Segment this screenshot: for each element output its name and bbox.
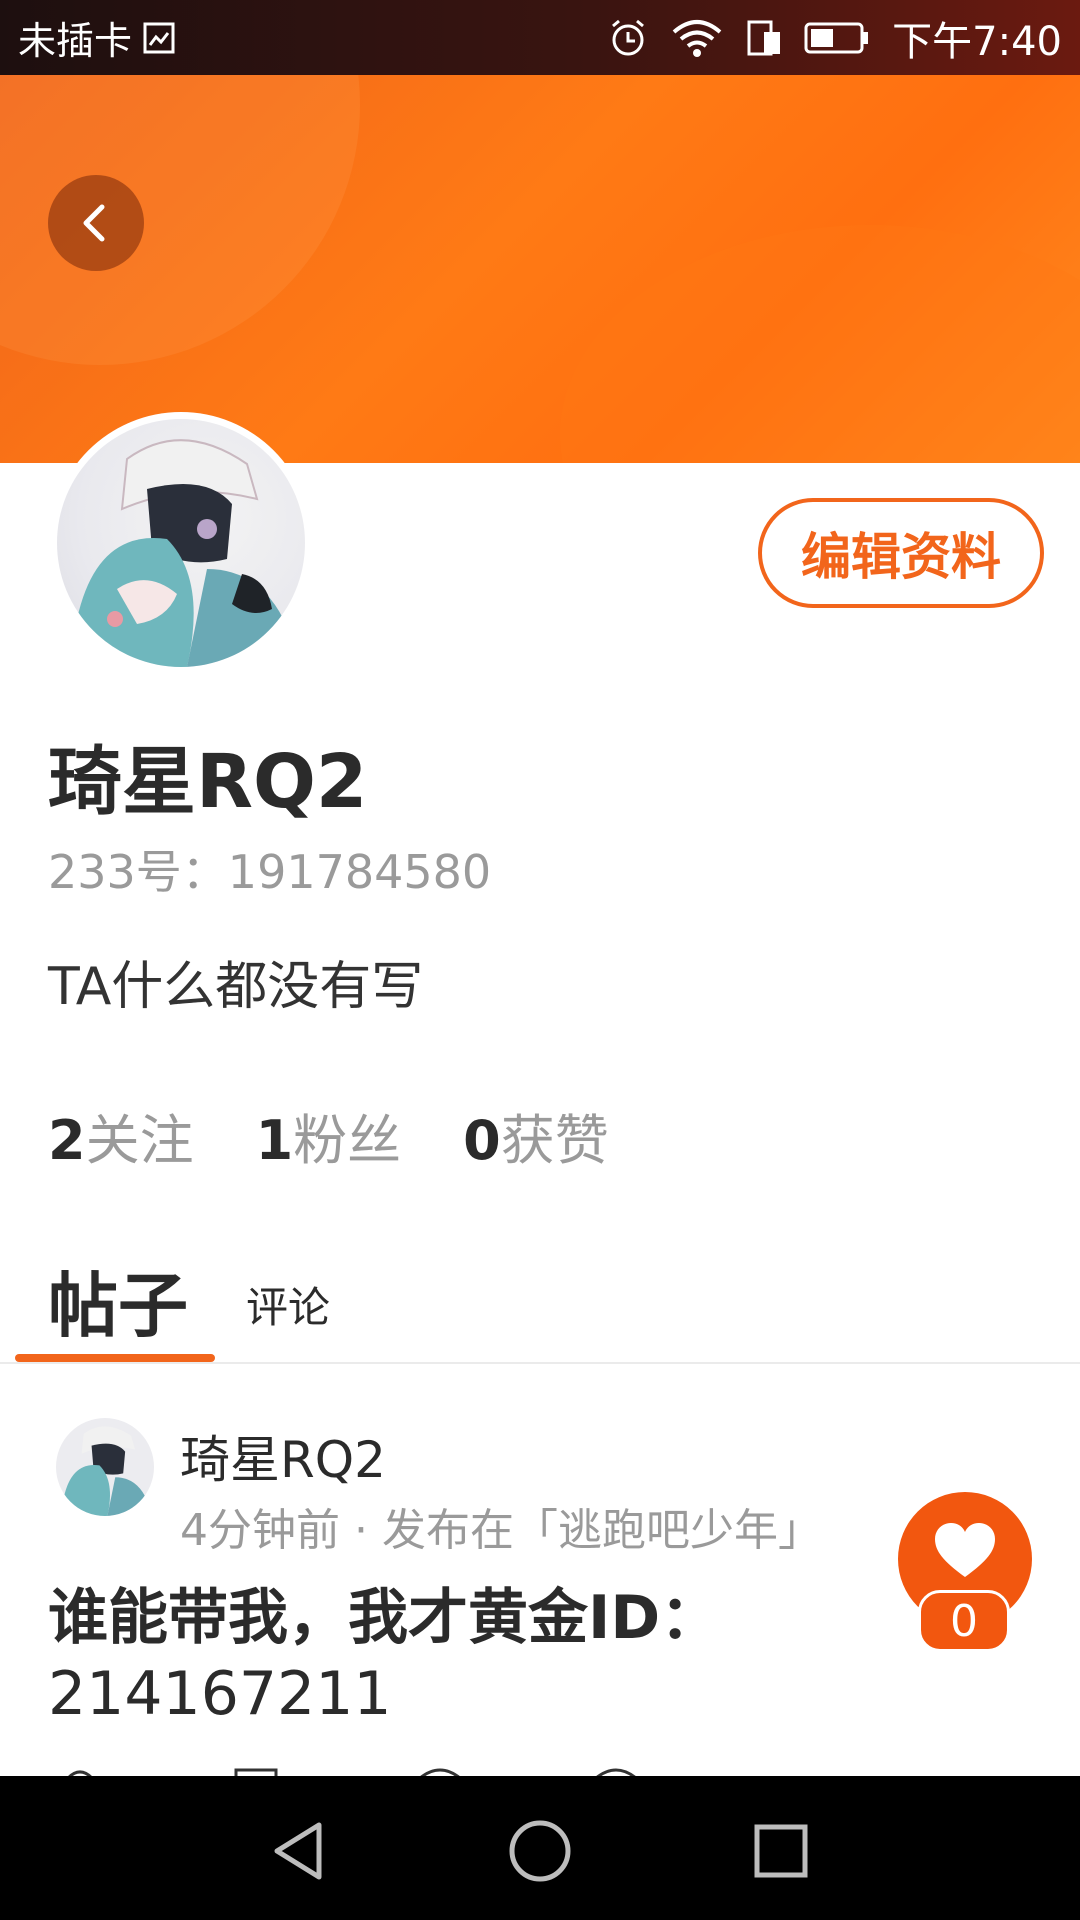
data-icon <box>746 18 782 58</box>
followers-count: 1 <box>255 1109 294 1172</box>
active-tab-indicator <box>15 1354 215 1362</box>
post-content-line: 谁能带我，我才黄金ID： <box>48 1583 721 1653</box>
avatar-frame <box>50 412 312 674</box>
following-count: 2 <box>48 1109 86 1172</box>
heart-icon <box>935 1523 995 1577</box>
post-meta: 4分钟前 · 发布在「逃跑吧少年」 <box>180 1505 822 1556</box>
profile-stats: 2 关注 1 粉丝 0 获赞 <box>48 1096 609 1175</box>
back-button[interactable] <box>48 175 144 271</box>
wifi-icon <box>670 18 724 58</box>
clock-text: 下午7:40 <box>892 18 1062 65</box>
following-label: 关注 <box>85 1109 194 1172</box>
tab-comments[interactable]: 评论 <box>246 1274 330 1335</box>
sim-icon <box>142 21 176 55</box>
followers-label: 粉丝 <box>293 1109 402 1172</box>
edit-profile-button[interactable]: 编辑资料 <box>758 498 1044 608</box>
content-tabs: 帖子 评论 <box>0 1250 1080 1364</box>
nav-back-button[interactable] <box>254 1806 344 1896</box>
recent-square-icon <box>754 1824 808 1878</box>
status-right: 下午7:40 <box>608 9 1062 67</box>
status-left: 未插卡 <box>18 10 176 65</box>
nav-home-button[interactable] <box>495 1806 585 1896</box>
profile-banner <box>0 75 1080 463</box>
post-author-name[interactable]: 琦星RQ2 <box>180 1420 386 1492</box>
post-content[interactable]: 谁能带我，我才黄金ID： 214167211 <box>48 1580 768 1732</box>
likes-received-count: 0 <box>463 1109 501 1172</box>
post-author-avatar[interactable] <box>56 1418 154 1516</box>
followers-stat[interactable]: 1 粉丝 <box>256 1096 402 1175</box>
battery-icon <box>804 20 870 56</box>
like-count: 0 <box>918 1590 1010 1652</box>
back-triangle-icon <box>274 1822 322 1880</box>
post-content-line: 214167211 <box>48 1659 392 1729</box>
nav-recents-button[interactable] <box>736 1806 826 1896</box>
chevron-left-icon <box>83 204 105 242</box>
carrier-text: 未插卡 <box>18 19 133 63</box>
alarm-icon <box>608 18 648 58</box>
following-stat[interactable]: 2 关注 <box>48 1096 194 1175</box>
system-nav-bar <box>0 1776 1080 1920</box>
profile-id: 233号：191784580 <box>48 845 492 899</box>
banner-decoration <box>560 225 1080 463</box>
profile-name: 琦星RQ2 <box>48 739 368 825</box>
avatar[interactable] <box>57 419 305 667</box>
status-bar: 未插卡 下午7:40 <box>0 0 1080 75</box>
likes-received-label: 获赞 <box>500 1109 609 1172</box>
tab-posts[interactable]: 帖子 <box>48 1250 188 1351</box>
home-circle-icon <box>509 1820 571 1882</box>
profile-bio: TA什么都没有写 <box>48 957 424 1017</box>
likes-stat[interactable]: 0 获赞 <box>463 1096 609 1175</box>
